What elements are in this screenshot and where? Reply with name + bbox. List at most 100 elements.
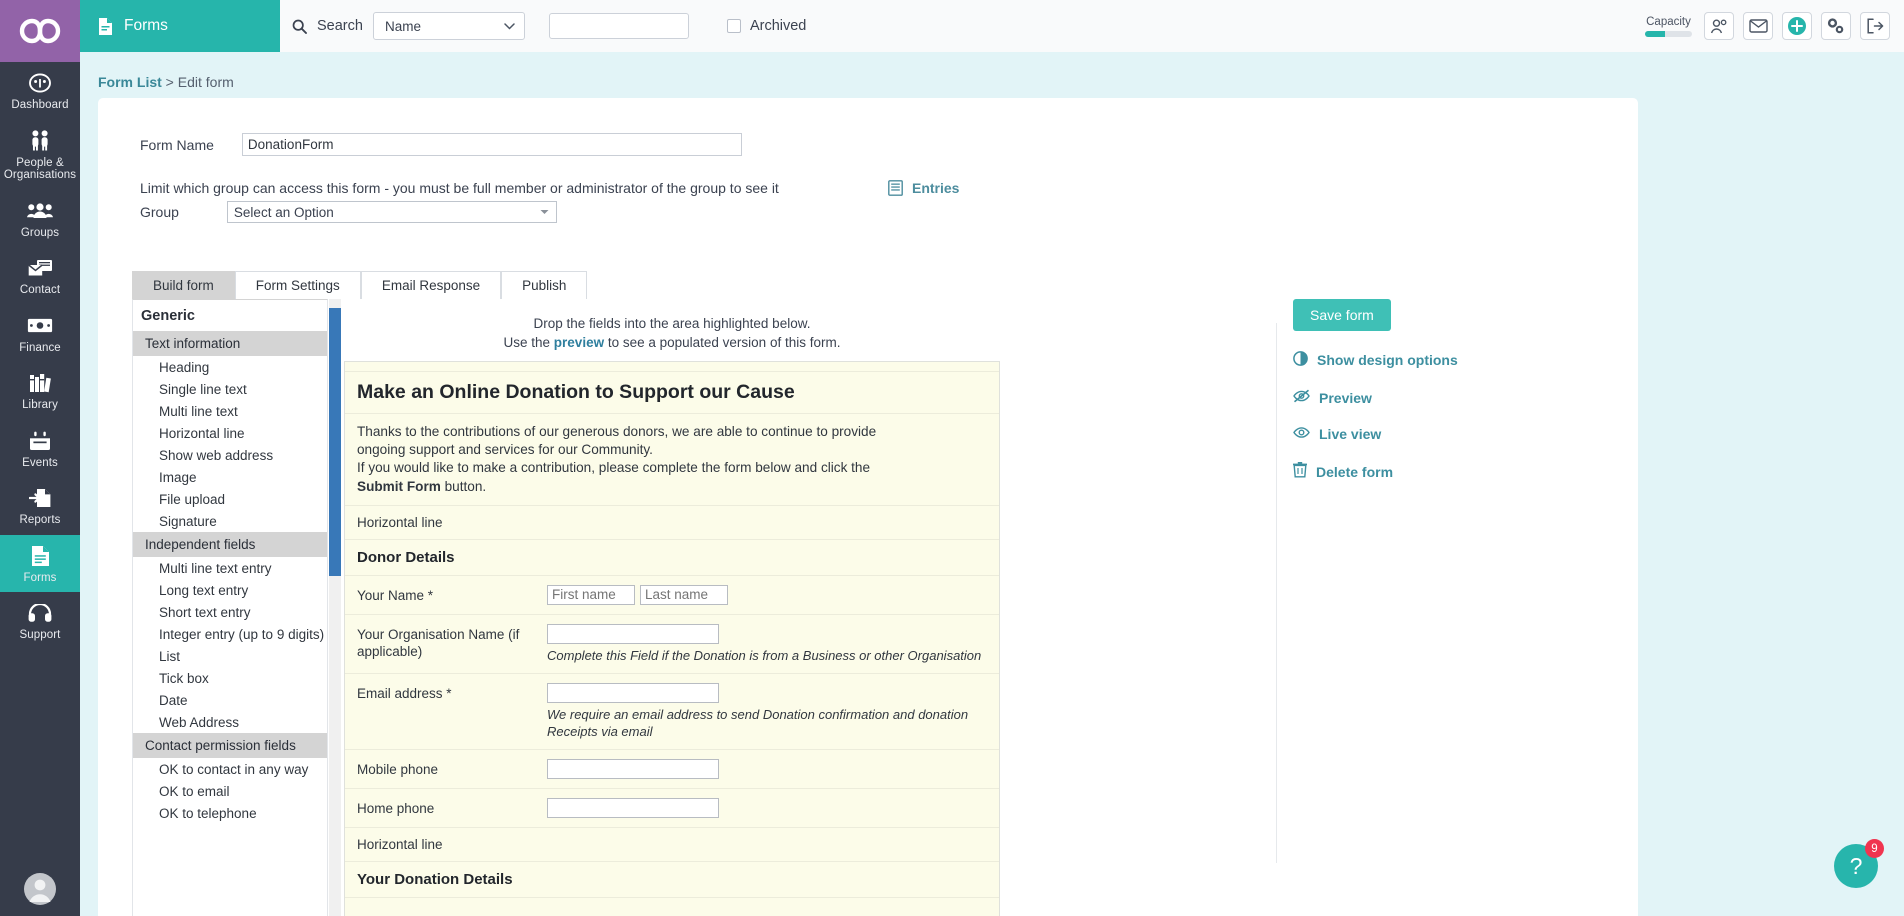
preview-field-row[interactable]: Email address * We require an email addre… [345, 674, 999, 751]
preview-field-row[interactable]: Home phone [345, 789, 999, 829]
palette-item[interactable]: Heading [133, 356, 327, 378]
search-input[interactable] [548, 13, 689, 39]
palette-item[interactable]: Horizontal line [133, 422, 327, 444]
search-icon[interactable] [292, 19, 307, 34]
palette-item[interactable]: Integer entry (up to 9 digits) [133, 623, 327, 645]
action-preview[interactable]: Preview [1293, 389, 1573, 406]
save-form-button[interactable]: Save form [1293, 299, 1391, 331]
palette-item[interactable]: Signature [133, 510, 327, 532]
preview-heading-row[interactable]: Make an Online Donation to Support our C… [345, 372, 999, 414]
palette-item[interactable]: OK to telephone [133, 802, 327, 824]
rail-item-contact[interactable]: Contact [0, 247, 80, 305]
palette-item[interactable]: OK to email [133, 780, 327, 802]
preview-field-control [547, 798, 987, 819]
field-palette: Generic Text information Heading Single li… [132, 299, 328, 916]
plus-circle-icon [1788, 17, 1806, 35]
palette-item[interactable]: Tick box [133, 667, 327, 689]
preview-link[interactable]: preview [554, 335, 604, 350]
tab-label: Email Response [381, 278, 481, 293]
preview-paragraph-row[interactable]: Thanks to the contributions of our gener… [345, 414, 999, 506]
palette-scrollbar[interactable] [329, 299, 341, 916]
form-name-input[interactable] [241, 133, 742, 156]
preview-section-donation[interactable]: Your Donation Details [345, 862, 999, 899]
palette-item[interactable]: Show web address [133, 444, 327, 466]
messages-button[interactable] [1743, 12, 1773, 40]
palette-item[interactable]: List [133, 645, 327, 667]
rail-item-people-organisations[interactable]: People & Organisations [0, 120, 80, 190]
rail-item-finance[interactable]: Finance [0, 305, 80, 363]
add-button[interactable] [1782, 12, 1812, 40]
preview-field-label: Mobile phone [357, 762, 439, 778]
entries-link[interactable]: Entries [888, 180, 959, 196]
rail-item-dashboard[interactable]: Dashboard [0, 62, 80, 120]
rail-item-events[interactable]: Events [0, 420, 80, 478]
group-select[interactable]: Select an Option [226, 201, 557, 223]
tab-form-settings[interactable]: Form Settings [234, 271, 361, 299]
palette-section-contact-permission-fields[interactable]: Contact permission fields [133, 733, 327, 758]
rail-item-label: Groups [20, 226, 60, 239]
breadcrumb-form-list-link[interactable]: Form List [98, 74, 162, 90]
palette-item[interactable]: Short text entry [133, 601, 327, 623]
palette-item[interactable]: Web Address [133, 711, 327, 733]
search-field-value: Name [384, 18, 421, 34]
preview-top-spacer [345, 362, 999, 372]
palette-item[interactable]: Single line text [133, 378, 327, 400]
palette-item[interactable]: Date [133, 689, 327, 711]
capacity-meter: Capacity [1645, 16, 1692, 37]
preview-field-input[interactable] [547, 683, 719, 704]
preview-section-donor[interactable]: Donor Details [345, 540, 999, 576]
search-field-select[interactable]: Name [372, 12, 525, 40]
page-body: Form List > Edit form Form Name Limit wh… [80, 52, 1904, 916]
palette-item[interactable]: Image [133, 466, 327, 488]
palette-item[interactable]: Multi line text [133, 400, 327, 422]
para-line3: If you would like to make a contribution… [357, 460, 871, 476]
settings-button[interactable] [1821, 12, 1851, 40]
preview-field-row[interactable]: Your Name * [345, 576, 999, 615]
preview-field-label: Email address * [357, 686, 452, 702]
breadcrumb: Form List > Edit form [98, 74, 234, 90]
rail-item-label: Library [22, 399, 58, 411]
preview-field-input[interactable] [547, 623, 719, 644]
palette-item[interactable]: Multi line text entry [133, 557, 327, 579]
form-preview-canvas[interactable]: Make an Online Donation to Support our C… [344, 361, 1000, 916]
drop-hint-prefix: Use the [503, 335, 554, 350]
help-badge: 9 [1865, 839, 1884, 858]
tab-email-response[interactable]: Email Response [360, 271, 502, 299]
hr-label-2: Horizontal line [357, 837, 443, 853]
rail-item-forms[interactable]: Forms [0, 534, 80, 592]
preview-field-input[interactable] [547, 584, 635, 605]
palette-item[interactable]: OK to contact in any way [133, 758, 327, 780]
action-live-view[interactable]: Live view [1293, 426, 1573, 442]
app-logo[interactable] [0, 0, 80, 62]
rail-item-groups[interactable]: Groups [0, 190, 80, 248]
rail-item-support[interactable]: Support [0, 592, 80, 650]
preview-field-row[interactable]: Mobile phone [345, 750, 999, 790]
users-button[interactable] [1704, 12, 1734, 40]
palette-item[interactable]: Long text entry [133, 579, 327, 601]
palette-item[interactable]: File upload [133, 488, 327, 510]
group-label: Group [140, 204, 179, 220]
preview-field-input[interactable] [547, 798, 719, 819]
action-delete-form[interactable]: Delete form [1293, 462, 1573, 481]
caret-down-icon [540, 210, 549, 214]
finance-icon [27, 314, 53, 338]
preview-field-input[interactable] [547, 759, 719, 780]
rail-item-reports[interactable]: Reports [0, 477, 80, 535]
logout-button[interactable] [1860, 12, 1890, 40]
preview-horizontal-line-2[interactable]: Horizontal line [345, 828, 999, 863]
preview-field-input[interactable] [640, 584, 728, 605]
group-row: Group Select an Option [140, 201, 557, 223]
tab-publish[interactable]: Publish [501, 271, 588, 299]
tab-build-form[interactable]: Build form [132, 271, 235, 299]
palette-section-text-information[interactable]: Text information [133, 331, 327, 356]
builder-area: Generic Text information Heading Single li… [132, 299, 1282, 916]
rail-item-library[interactable]: Library [0, 362, 80, 420]
archived-checkbox[interactable] [726, 19, 741, 33]
palette-scrollbar-thumb[interactable] [329, 308, 341, 576]
drop-hint-line2: Use the preview to see a populated versi… [344, 333, 1000, 352]
preview-horizontal-line-1[interactable]: Horizontal line [345, 506, 999, 540]
palette-section-independent-fields[interactable]: Independent fields [133, 532, 327, 557]
action-show-design-options[interactable]: Show design options [1293, 351, 1573, 369]
avatar[interactable] [0, 872, 80, 906]
preview-field-row[interactable]: Your Organisation Name (if applicable) Co… [345, 615, 999, 675]
